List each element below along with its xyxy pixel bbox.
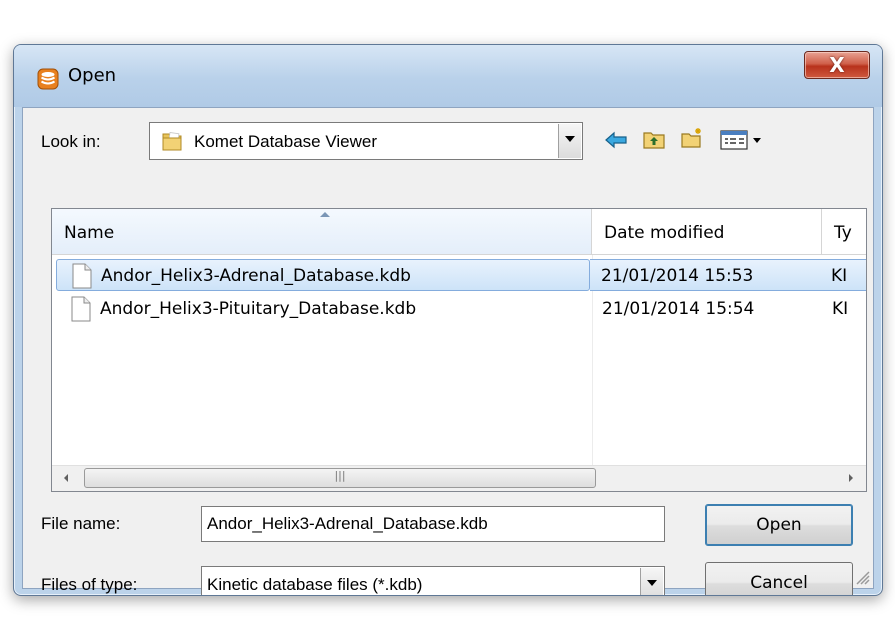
cancel-button[interactable]: Cancel (705, 562, 853, 595)
dialog-title: Open (68, 65, 117, 86)
new-folder-icon[interactable] (679, 126, 705, 150)
files-of-type-dropdown-arrow[interactable] (640, 568, 663, 595)
horizontal-scrollbar[interactable] (52, 465, 866, 491)
file-list[interactable]: Name Date modified Ty Andor_Helix3-Adren… (51, 208, 867, 492)
file-name-cell: Andor_Helix3-Adrenal_Database.kdb (101, 266, 411, 286)
look-in-label: Look in: (41, 132, 101, 151)
folder-icon (162, 132, 182, 151)
type-cell: KI (831, 266, 848, 286)
files-of-type-value: Kinetic database files (*.kdb) (207, 575, 423, 594)
file-icon (71, 296, 91, 322)
date-modified-cell: 21/01/2014 15:54 (602, 299, 755, 319)
file-row-details[interactable]: 21/01/2014 15:53 KI (590, 259, 866, 291)
scrollbar-thumb[interactable] (84, 468, 596, 488)
column-header-type[interactable]: Ty (822, 209, 866, 255)
sort-ascending-icon (320, 212, 330, 217)
file-name-label: File name: (41, 514, 121, 533)
file-row[interactable]: Andor_Helix3-Adrenal_Database.kdb (56, 259, 590, 291)
file-row-details[interactable]: 21/01/2014 15:54 KI (590, 293, 866, 325)
look-in-value: Komet Database Viewer (194, 132, 378, 151)
file-name-input[interactable]: Andor_Helix3-Adrenal_Database.kdb (201, 506, 665, 542)
close-button[interactable]: X (804, 51, 870, 79)
files-of-type-label: Files of type: (41, 575, 138, 594)
dialog-body: Look in: Komet Database Viewer Name Date… (22, 107, 874, 595)
open-button[interactable]: Open (705, 504, 853, 546)
database-icon (37, 68, 59, 90)
resize-grip-icon[interactable] (851, 566, 871, 586)
look-in-dropdown-arrow[interactable] (558, 124, 581, 158)
file-row[interactable]: Andor_Helix3-Pituitary_Database.kdb (56, 293, 590, 325)
scroll-right-icon[interactable] (836, 466, 866, 491)
file-icon (72, 263, 92, 289)
date-modified-cell: 21/01/2014 15:53 (601, 266, 754, 286)
column-header-date-modified[interactable]: Date modified (592, 209, 822, 255)
title-bar[interactable]: Open X (14, 45, 882, 107)
view-menu-icon[interactable] (719, 128, 767, 152)
file-name-cell: Andor_Helix3-Pituitary_Database.kdb (100, 299, 417, 319)
files-of-type-combo[interactable]: Kinetic database files (*.kdb) (201, 566, 665, 595)
up-folder-icon[interactable] (641, 128, 667, 152)
look-in-combo[interactable]: Komet Database Viewer (149, 122, 583, 160)
back-arrow-icon[interactable] (603, 128, 629, 152)
column-header-name[interactable]: Name (52, 209, 592, 255)
open-dialog: Open X Look in: Komet Database Viewer Na… (13, 44, 883, 596)
type-cell: KI (832, 299, 849, 319)
close-icon: X (829, 53, 845, 77)
scroll-left-icon[interactable] (52, 466, 82, 491)
